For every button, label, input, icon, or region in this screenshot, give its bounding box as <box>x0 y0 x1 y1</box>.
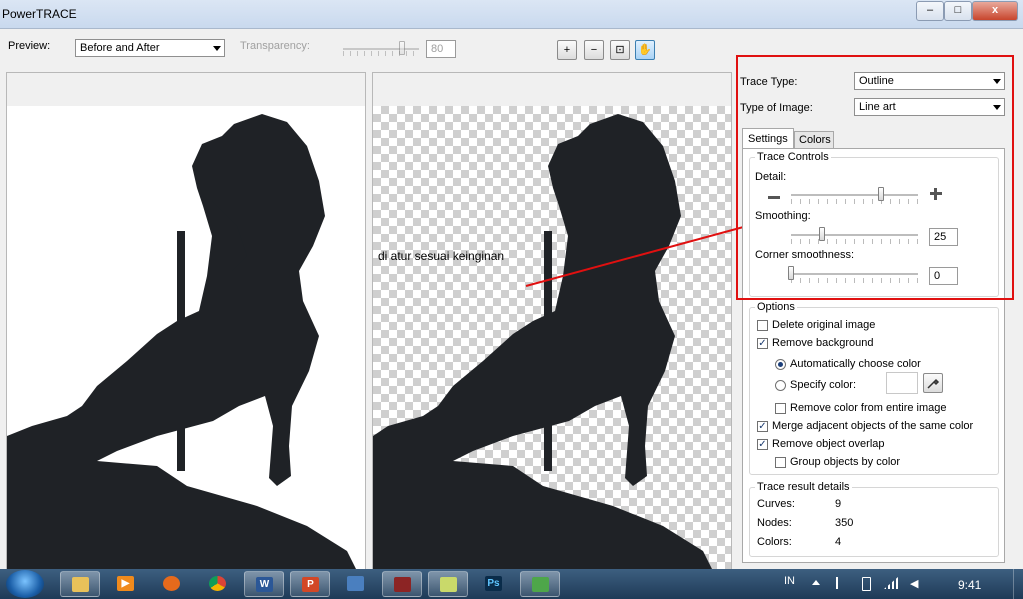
taskbar-media-player[interactable]: ▶ <box>106 571 146 597</box>
media-player-icon: ▶ <box>117 576 134 591</box>
taskbar: ▶ W P Ps IN ◀ 9:41 <box>0 569 1023 599</box>
eyedropper-button[interactable] <box>923 373 943 393</box>
options-title: Options <box>755 301 797 313</box>
signal-icon[interactable] <box>884 577 898 589</box>
delete-original-checkbox[interactable] <box>757 320 768 331</box>
flag-icon[interactable] <box>836 577 848 589</box>
group-by-color-label: Group objects by color <box>790 456 901 468</box>
volume-icon[interactable]: ◀ <box>910 577 922 590</box>
taskbar-window-switch[interactable] <box>428 571 468 597</box>
specify-color-label: Specify color: <box>790 379 857 391</box>
remove-overlap-label: Remove object overlap <box>772 438 885 450</box>
trekking-pole <box>177 231 185 471</box>
transparency-label: Transparency: <box>240 40 310 52</box>
remove-color-entire-label: Remove color from entire image <box>790 402 947 414</box>
hiker-silhouette-traced <box>373 114 712 569</box>
taskbar-explorer[interactable] <box>60 571 100 597</box>
clock[interactable]: 9:41 <box>958 578 981 592</box>
taskbar-word[interactable]: W <box>244 571 284 597</box>
firefox-icon <box>163 576 180 591</box>
auto-color-radio[interactable] <box>775 359 786 370</box>
preview-label: Preview: <box>8 40 51 52</box>
before-preview-pane[interactable] <box>6 72 366 570</box>
word-icon: W <box>256 577 273 592</box>
group-by-color-checkbox[interactable] <box>775 457 786 468</box>
delete-original-label: Delete original image <box>772 319 876 331</box>
highlight-box <box>736 55 1014 300</box>
remove-color-entire-checkbox[interactable] <box>775 403 786 414</box>
transparency-slider[interactable] <box>343 48 419 50</box>
winrar-icon <box>394 577 411 592</box>
taskbar-photoshop[interactable]: Ps <box>474 571 514 597</box>
start-orb-icon[interactable] <box>6 570 44 598</box>
taskbar-firefox[interactable] <box>152 571 192 597</box>
taskbar-winrar[interactable] <box>382 571 422 597</box>
fit-icon: ⊡ <box>615 44 625 56</box>
battery-icon[interactable] <box>862 577 871 591</box>
coreldraw-icon <box>532 577 549 592</box>
taskbar-powerpoint[interactable]: P <box>290 571 330 597</box>
nodes-label: Nodes: <box>757 517 792 529</box>
colors-value: 4 <box>835 536 842 548</box>
auto-color-label: Automatically choose color <box>790 358 921 370</box>
transparency-ticks <box>343 51 419 56</box>
language-indicator[interactable]: IN <box>784 575 795 587</box>
folder-icon <box>72 577 89 592</box>
powerpoint-icon: P <box>302 577 319 592</box>
color-swatch[interactable] <box>886 372 918 394</box>
show-desktop-button[interactable] <box>1013 569 1023 599</box>
hand-icon: ✋ <box>638 44 652 56</box>
chevron-down-icon <box>213 46 221 51</box>
remove-background-checkbox[interactable]: ✓ <box>757 338 768 349</box>
curves-value: 9 <box>835 498 842 510</box>
curves-label: Curves: <box>757 498 795 510</box>
transparency-field[interactable]: 80 <box>426 40 456 58</box>
after-header <box>373 73 731 106</box>
colors-label: Colors: <box>757 536 792 548</box>
remove-background-label: Remove background <box>772 337 874 349</box>
zoom-out-icon: − <box>590 44 598 56</box>
nodes-value: 350 <box>835 517 854 529</box>
merge-adjacent-checkbox[interactable]: ✓ <box>757 421 768 432</box>
photoshop-icon: Ps <box>485 576 502 591</box>
window-title: PowerTRACE <box>2 7 77 21</box>
preview-dropdown[interactable]: Before and After <box>75 39 225 57</box>
remove-overlap-checkbox[interactable]: ✓ <box>757 439 768 450</box>
eyedropper-icon <box>927 378 940 389</box>
annotation-text: di atur sesuai keinginan <box>378 249 505 263</box>
taskbar-coreldraw[interactable] <box>520 571 560 597</box>
fit-button[interactable]: ⊡ <box>610 40 630 60</box>
zoom-out-button[interactable]: − <box>584 40 604 60</box>
tray-expand-icon[interactable] <box>812 580 820 585</box>
after-preview-pane[interactable]: di atur sesuai keinginan <box>372 72 732 570</box>
transparency-thumb[interactable] <box>399 41 405 55</box>
hiker-silhouette-original <box>7 114 356 569</box>
zoom-in-icon: + <box>563 44 571 56</box>
window-switch-icon <box>440 577 457 592</box>
trekking-pole-traced <box>544 231 552 471</box>
pan-button[interactable]: ✋ <box>635 40 655 60</box>
specify-color-radio[interactable] <box>775 380 786 391</box>
close-button[interactable]: x <box>972 1 1018 21</box>
result-title: Trace result details <box>755 481 852 493</box>
taskbar-network[interactable] <box>336 571 376 597</box>
before-header <box>7 73 365 106</box>
zoom-in-button[interactable]: + <box>557 40 577 60</box>
title-bar: PowerTRACE – □ x <box>0 0 1023 29</box>
network-icon <box>347 576 364 591</box>
merge-adjacent-label: Merge adjacent objects of the same color <box>772 420 974 432</box>
maximize-button[interactable]: □ <box>944 1 972 21</box>
taskbar-chrome[interactable] <box>198 571 238 597</box>
preview-value: Before and After <box>80 42 160 54</box>
chrome-icon <box>209 576 226 591</box>
minimize-button[interactable]: – <box>916 1 944 21</box>
